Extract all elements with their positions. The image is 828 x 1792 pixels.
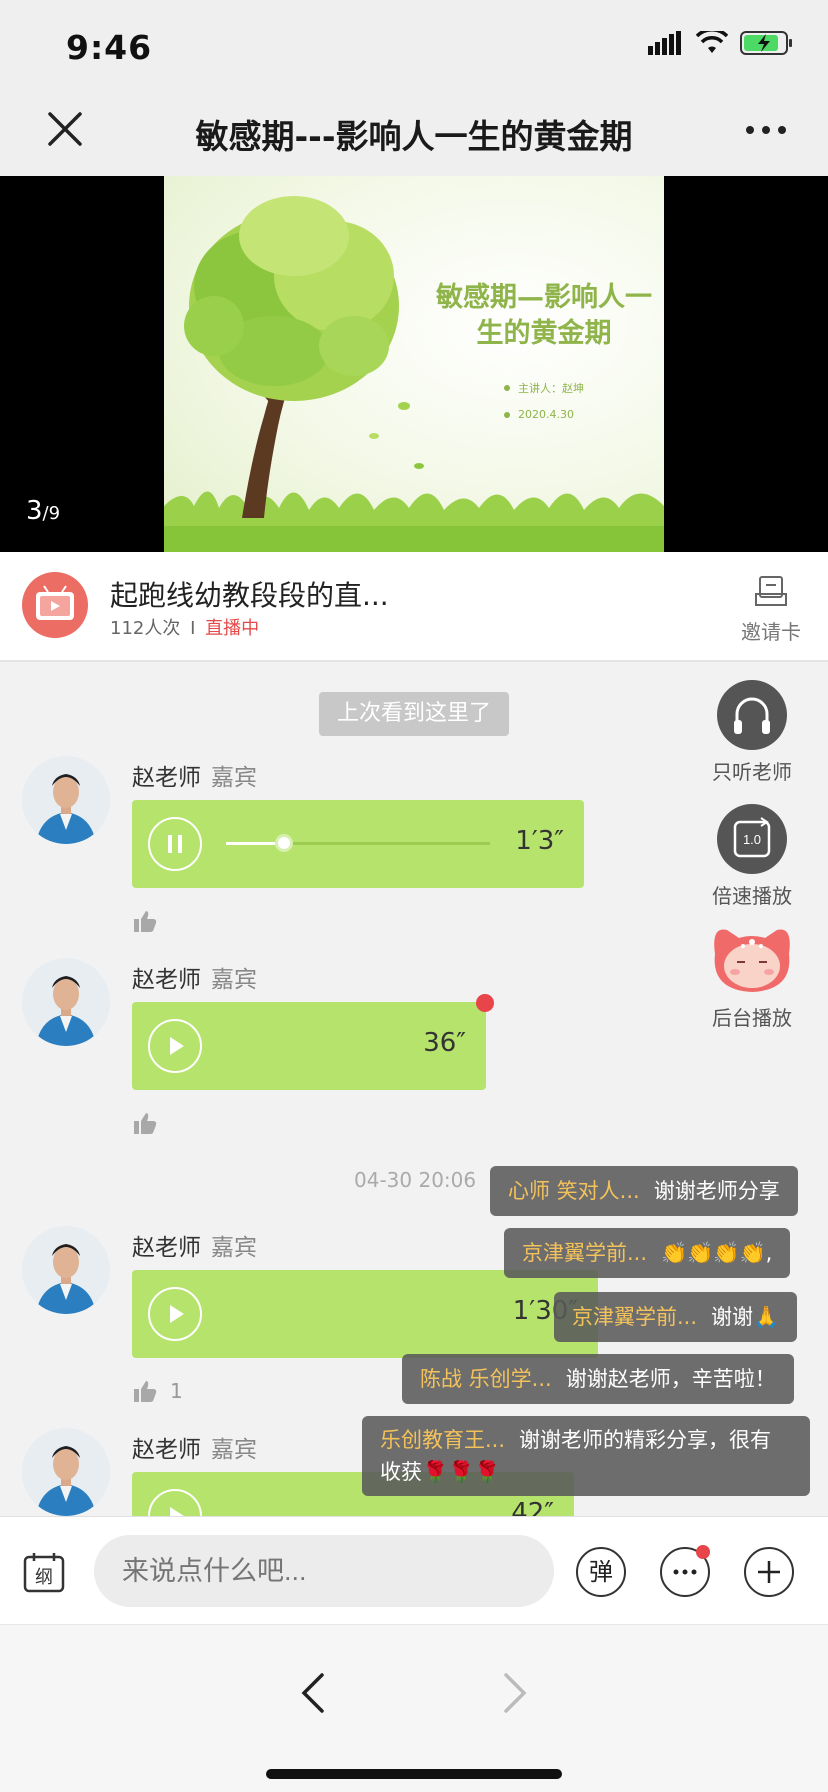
forward-chevron-icon[interactable] bbox=[500, 1671, 530, 1715]
voice-duration: 42″ bbox=[511, 1498, 554, 1516]
invite-card-icon bbox=[755, 576, 787, 606]
live-status: 直播中 bbox=[205, 618, 260, 639]
play-button[interactable] bbox=[148, 1019, 202, 1073]
voice-message[interactable]: 1′3″ bbox=[132, 800, 584, 888]
nav-bar: 敏感期---影响人一生的黄金期 bbox=[0, 90, 828, 176]
avatar[interactable] bbox=[22, 756, 110, 844]
danmaku-comment[interactable]: 乐创教育王... 谢谢老师的精彩分享，很有收获🌹🌹🌹 bbox=[362, 1416, 810, 1496]
slide-image[interactable]: 敏感期—影响人一生的黄金期 主讲人：赵坤 2020.4.30 bbox=[164, 176, 664, 552]
avatar-portrait bbox=[22, 756, 110, 844]
home-indicator[interactable] bbox=[266, 1769, 562, 1779]
danmaku-comment[interactable]: 陈战 乐创学... 谢谢赵老师，辛苦啦！ bbox=[402, 1354, 794, 1404]
plus-icon bbox=[758, 1561, 780, 1583]
voice-message[interactable]: 1′30″ bbox=[132, 1270, 598, 1358]
input-bar: 纲 弹 bbox=[0, 1516, 828, 1624]
channel-logo[interactable] bbox=[22, 572, 88, 638]
cat-mascot-icon bbox=[714, 929, 790, 992]
add-button[interactable] bbox=[744, 1547, 794, 1597]
invite-card-label: 邀请卡 bbox=[741, 620, 801, 644]
status-icons bbox=[648, 30, 794, 56]
comment-input[interactable] bbox=[94, 1535, 554, 1607]
unread-dot bbox=[476, 994, 494, 1012]
playback-speed-label: 倍速播放 bbox=[712, 884, 792, 908]
background-play-button[interactable]: 后台播放 bbox=[696, 920, 808, 1031]
voice-duration: 36″ bbox=[423, 1028, 466, 1058]
cellular-signal-icon bbox=[648, 31, 681, 55]
like-button[interactable] bbox=[132, 1110, 158, 1136]
channel-stats: 112人次 I 直播中 bbox=[110, 614, 259, 640]
listen-teacher-label: 只听老师 bbox=[712, 760, 792, 784]
sender-name: 赵老师 嘉宾 bbox=[132, 1235, 257, 1261]
avatar-portrait bbox=[22, 1226, 110, 1314]
status-bar: 9:46 bbox=[0, 0, 828, 90]
play-icon bbox=[170, 1037, 184, 1055]
sender-name: 赵老师 嘉宾 bbox=[132, 967, 257, 993]
play-button[interactable] bbox=[148, 1489, 202, 1516]
battery-charging-icon bbox=[740, 31, 792, 55]
headphones-icon bbox=[717, 680, 787, 750]
like-count: 1 bbox=[170, 1379, 183, 1403]
speed-icon: 1.0 bbox=[717, 804, 787, 874]
chat-button[interactable] bbox=[660, 1545, 710, 1597]
voice-message[interactable]: 36″ bbox=[132, 994, 494, 1090]
back-chevron-icon[interactable] bbox=[298, 1671, 328, 1715]
play-icon bbox=[170, 1305, 184, 1323]
tv-icon bbox=[36, 585, 74, 620]
like-button[interactable]: 1 bbox=[132, 1378, 183, 1404]
avatar-portrait bbox=[22, 1428, 110, 1516]
slide-bullet: 2020.4.30 bbox=[504, 408, 584, 421]
play-button[interactable] bbox=[148, 1287, 202, 1341]
wifi-icon bbox=[696, 31, 728, 53]
svg-text:纲: 纲 bbox=[35, 1567, 53, 1588]
invite-card-button[interactable]: 邀请卡 bbox=[736, 574, 806, 645]
slide-bullet: 主讲人：赵坤 bbox=[504, 380, 584, 396]
pause-button[interactable] bbox=[148, 817, 202, 871]
voice-duration: 1′3″ bbox=[515, 826, 564, 856]
slide-bullets: 主讲人：赵坤 2020.4.30 bbox=[504, 380, 584, 433]
sender-name: 赵老师 嘉宾 bbox=[132, 1437, 257, 1463]
page-title: 敏感期---影响人一生的黄金期 bbox=[195, 117, 633, 156]
slide-viewer[interactable]: 敏感期—影响人一生的黄金期 主讲人：赵坤 2020.4.30 3/9 bbox=[0, 176, 828, 552]
pause-icon bbox=[168, 835, 182, 853]
chat-area[interactable]: 上次看到这里了 赵老师 嘉宾 1′3″ 赵老师 嘉宾 36″ 04-30 20:… bbox=[0, 664, 828, 1516]
slide-title: 敏感期—影响人一生的黄金期 bbox=[436, 282, 652, 349]
sender-name: 赵老师 嘉宾 bbox=[132, 765, 257, 791]
outline-icon[interactable]: 纲 bbox=[22, 1551, 66, 1595]
thumbs-up-icon bbox=[134, 1381, 157, 1402]
speed-value: 1.0 bbox=[743, 832, 761, 847]
view-count: 112人次 bbox=[110, 618, 181, 639]
channel-info[interactable]: 起跑线幼教段段的直... 112人次 I 直播中 邀请卡 bbox=[0, 552, 828, 662]
last-seen-marker[interactable]: 上次看到这里了 bbox=[319, 692, 509, 736]
danmaku-comment[interactable]: 京津翼学前... 👏👏👏👏, bbox=[504, 1228, 791, 1278]
thumbs-up-icon bbox=[134, 1113, 157, 1134]
browser-nav bbox=[0, 1624, 828, 1792]
page-indicator: 3/9 bbox=[26, 496, 61, 526]
like-button[interactable] bbox=[132, 908, 158, 934]
avatar[interactable] bbox=[22, 1226, 110, 1314]
stats-separator: I bbox=[190, 618, 196, 639]
channel-name[interactable]: 起跑线幼教段段的直... bbox=[110, 574, 389, 614]
voice-progress-knob[interactable] bbox=[275, 834, 294, 852]
danmaku-comment[interactable]: 京津翼学前... 谢谢🙏 bbox=[554, 1292, 798, 1342]
danmaku-toggle-button[interactable]: 弹 bbox=[576, 1547, 626, 1597]
status-time: 9:46 bbox=[66, 28, 153, 67]
danmaku-comment[interactable]: 心师 笑对人... 谢谢老师分享 bbox=[490, 1166, 798, 1216]
playback-speed-button[interactable]: 1.0 倍速播放 bbox=[696, 804, 808, 909]
message-timestamp: 04-30 20:06 bbox=[354, 1168, 477, 1192]
thumbs-up-icon bbox=[134, 911, 157, 932]
tree-illustration bbox=[164, 196, 664, 552]
avatar[interactable] bbox=[22, 958, 110, 1046]
avatar-portrait bbox=[22, 958, 110, 1046]
background-play-label: 后台播放 bbox=[712, 1006, 792, 1030]
page-current: 3 bbox=[26, 496, 43, 526]
page-total: 9 bbox=[48, 503, 61, 524]
avatar[interactable] bbox=[22, 1428, 110, 1516]
more-icon[interactable] bbox=[744, 120, 788, 140]
notification-badge bbox=[696, 1545, 710, 1559]
play-icon bbox=[170, 1507, 184, 1516]
listen-teacher-only-button[interactable]: 只听老师 bbox=[696, 680, 808, 785]
voice-progress[interactable] bbox=[226, 834, 490, 852]
